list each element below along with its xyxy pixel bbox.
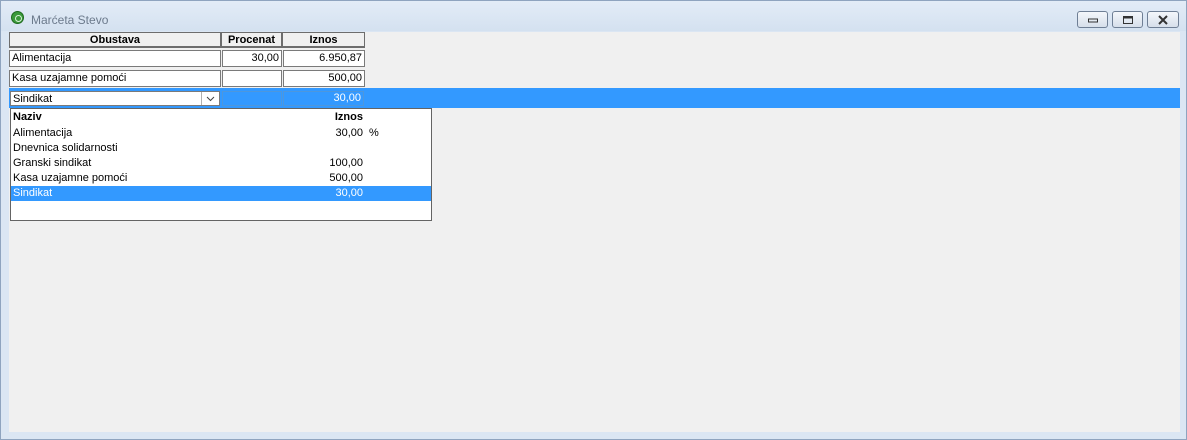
table-row-procenat[interactable] bbox=[222, 91, 282, 106]
client-area: Obustava Procenat Iznos Alimentacija 30,… bbox=[9, 32, 1180, 432]
app-icon bbox=[11, 11, 24, 24]
dropdown-item-unit: % bbox=[369, 127, 379, 139]
dropdown-item-naziv: Granski sindikat bbox=[13, 157, 92, 169]
dropdown-item[interactable]: Dnevnica solidarnosti bbox=[11, 141, 431, 156]
dropdown-button[interactable] bbox=[201, 92, 219, 105]
close-button[interactable] bbox=[1147, 11, 1179, 28]
column-header-iznos[interactable]: Iznos bbox=[282, 32, 365, 48]
table-row-iznos[interactable]: 6.950,87 bbox=[283, 50, 365, 67]
dropdown-item-iznos: 30,00 bbox=[335, 187, 363, 199]
selected-table-row[interactable]: Sindikat 30,00 bbox=[9, 88, 1180, 108]
table-row-iznos[interactable]: 30,00 bbox=[283, 91, 364, 106]
restore-button[interactable] bbox=[1112, 11, 1143, 28]
combobox-value: Sindikat bbox=[13, 93, 53, 105]
dropdown-item[interactable]: Kasa uzajamne pomoći 500,00 bbox=[11, 171, 431, 186]
window-title: Marćeta Stevo bbox=[31, 13, 109, 27]
chevron-down-icon bbox=[206, 96, 215, 102]
dropdown-item-naziv: Alimentacija bbox=[13, 127, 73, 139]
dropdown-header-iznos: Iznos bbox=[334, 111, 363, 123]
dropdown-item-iznos: 100,00 bbox=[329, 157, 363, 169]
dropdown-header-naziv: Naziv bbox=[13, 111, 42, 123]
restore-icon bbox=[1122, 15, 1133, 24]
dropdown-item-naziv: Kasa uzajamne pomoći bbox=[13, 172, 128, 184]
obustava-combobox[interactable]: Sindikat bbox=[10, 91, 220, 106]
close-icon bbox=[1158, 14, 1168, 25]
minimize-button[interactable] bbox=[1077, 11, 1108, 28]
table-row-procenat[interactable]: 30,00 bbox=[222, 50, 282, 67]
table-row-obustava[interactable]: Alimentacija bbox=[9, 50, 221, 67]
app-window: Marćeta Stevo Obustava Procenat Iznos Al… bbox=[0, 0, 1187, 440]
column-header-obustava[interactable]: Obustava bbox=[9, 32, 221, 48]
table-row-obustava[interactable]: Kasa uzajamne pomoći bbox=[9, 70, 221, 87]
table-row-iznos[interactable]: 500,00 bbox=[283, 70, 365, 87]
dropdown-item[interactable]: Alimentacija 30,00 % bbox=[11, 126, 431, 141]
title-bar[interactable]: Marćeta Stevo bbox=[1, 1, 1186, 31]
dropdown-item-naziv: Dnevnica solidarnosti bbox=[13, 142, 118, 154]
column-header-procenat[interactable]: Procenat bbox=[221, 32, 282, 48]
dropdown-item-iznos: 30,00 bbox=[335, 127, 363, 139]
dropdown-item-selected[interactable]: Sindikat 30,00 bbox=[11, 186, 431, 201]
dropdown-item-iznos: 500,00 bbox=[329, 172, 363, 184]
obustava-dropdown-list: Naziv Iznos Alimentacija 30,00 % Dnevnic… bbox=[10, 108, 432, 221]
dropdown-item[interactable]: Granski sindikat 100,00 bbox=[11, 156, 431, 171]
table-row-procenat[interactable] bbox=[222, 70, 282, 87]
dropdown-item-naziv: Sindikat bbox=[13, 187, 53, 199]
dropdown-header: Naziv Iznos bbox=[11, 110, 431, 125]
minimize-icon bbox=[1087, 18, 1098, 22]
